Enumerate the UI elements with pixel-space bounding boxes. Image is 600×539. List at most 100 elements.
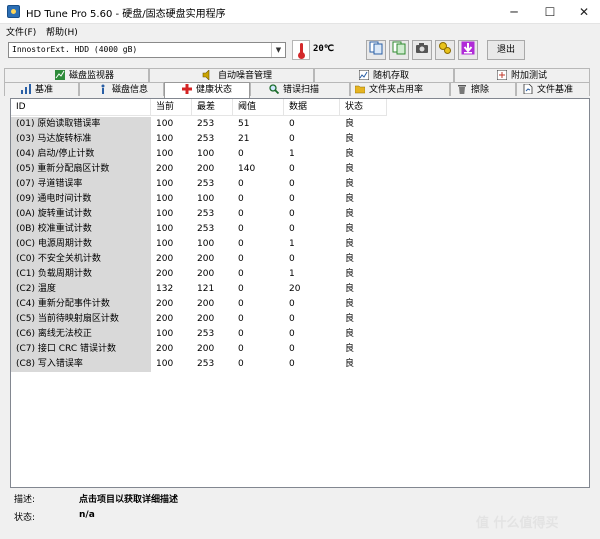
table-row[interactable]: (C8) 写入错误率 100 253 0 0 良 (11, 357, 589, 372)
attr-worst: 200 (197, 314, 215, 324)
attr-status: 良 (345, 299, 355, 309)
attr-worst: 200 (197, 299, 215, 309)
attr-id: (C2) 温度 (11, 282, 151, 297)
tab-file-benchmark[interactable]: 文件基准 (516, 82, 590, 96)
smart-attributes-table[interactable]: ID 当前 最差 阈值 数据 状态 (01) 原始读取错误率 100 253 51 0 良… (10, 98, 590, 488)
close-button[interactable]: ✕ (566, 0, 600, 24)
attr-threshold: 0 (238, 179, 244, 189)
menu-help[interactable]: 帮助(H) (46, 25, 78, 38)
attr-status: 良 (345, 119, 355, 129)
attr-data: 1 (289, 239, 295, 249)
copy-screen-icon (392, 41, 406, 55)
table-row[interactable]: (04) 启动/停止计数 100 100 0 1 良 (11, 147, 589, 162)
column-header-worst[interactable]: 最差 (192, 99, 233, 116)
table-row[interactable]: (C2) 温度 132 121 0 20 良 (11, 282, 589, 297)
maximize-button[interactable]: ☐ (532, 0, 568, 24)
attr-id: (09) 通电时间计数 (11, 192, 151, 207)
tab-label: 磁盘信息 (112, 85, 149, 95)
attr-current: 200 (156, 314, 174, 324)
magnifier-icon (269, 84, 279, 94)
attr-current: 100 (156, 239, 174, 249)
table-row[interactable]: (0B) 校准重试计数 100 253 0 0 良 (11, 222, 589, 237)
attr-current: 100 (156, 329, 174, 339)
tab-random-access[interactable]: 随机存取 (314, 68, 454, 82)
attr-threshold: 0 (238, 344, 244, 354)
info-icon (101, 84, 105, 94)
attr-id: (C7) 接口 CRC 错误计数 (11, 342, 151, 357)
download-button[interactable] (458, 40, 478, 60)
exit-button[interactable]: 退出 (487, 40, 525, 60)
tab-disk-info[interactable]: 磁盘信息 (79, 82, 164, 96)
watermark: 值 什么值得买 (476, 516, 559, 531)
tab-folder-usage[interactable]: 文件夹占用率 (350, 82, 450, 96)
column-header-threshold[interactable]: 阈值 (233, 99, 284, 116)
copy-text-button[interactable] (366, 40, 386, 60)
column-header-current[interactable]: 当前 (151, 99, 192, 116)
file-benchmark-icon (523, 84, 533, 94)
save-screenshot-button[interactable] (412, 40, 432, 60)
monitor-icon (55, 70, 65, 80)
trash-icon (458, 85, 466, 94)
table-row[interactable]: (01) 原始读取错误率 100 253 51 0 良 (11, 117, 589, 132)
tab-error-scan[interactable]: 错误扫描 (250, 82, 350, 96)
table-row[interactable]: (C7) 接口 CRC 错误计数 200 200 0 0 良 (11, 342, 589, 357)
attr-status: 良 (345, 269, 355, 279)
attr-threshold: 0 (238, 239, 244, 249)
table-row[interactable]: (0C) 电源周期计数 100 100 0 1 良 (11, 237, 589, 252)
minimize-button[interactable]: ─ (496, 0, 532, 24)
table-row[interactable]: (C1) 负载周期计数 200 200 0 1 良 (11, 267, 589, 282)
table-row[interactable]: (0A) 旋转重试计数 100 253 0 0 良 (11, 207, 589, 222)
attr-current: 100 (156, 224, 174, 234)
options-button[interactable] (435, 40, 455, 60)
attr-id: (C1) 负载周期计数 (11, 267, 151, 282)
attr-data: 0 (289, 179, 295, 189)
column-header-data[interactable]: 数据 (284, 99, 340, 116)
column-header-id[interactable]: ID (11, 99, 151, 116)
tab-label: 基准 (35, 85, 54, 95)
attr-data: 0 (289, 314, 295, 324)
tab-erase[interactable]: 擦除 (450, 82, 516, 96)
tab-label: 错误扫描 (283, 85, 320, 95)
attr-status: 良 (345, 359, 355, 369)
tab-benchmark[interactable]: 基准 (4, 82, 79, 96)
table-row[interactable]: (07) 寻道错误率 100 253 0 0 良 (11, 177, 589, 192)
attr-current: 100 (156, 149, 174, 159)
tab-disk-monitor[interactable]: 磁盘监视器 (4, 68, 149, 82)
attr-status: 良 (345, 194, 355, 204)
attr-threshold: 0 (238, 314, 244, 324)
attr-worst: 253 (197, 179, 215, 189)
attr-id: (01) 原始读取错误率 (11, 117, 151, 132)
tab-aam[interactable]: 自动噪音管理 (149, 68, 314, 82)
tab-row-bottom: 基准 磁盘信息 健康状态 错误扫描 文件夹占用率 擦除 文件基准 (4, 82, 594, 98)
table-row[interactable]: (09) 通电时间计数 100 100 0 0 良 (11, 192, 589, 207)
attr-worst: 121 (197, 284, 215, 294)
attr-threshold: 0 (238, 299, 244, 309)
tab-extra-tests[interactable]: 附加测试 (454, 68, 590, 82)
attr-data: 0 (289, 254, 295, 264)
table-row[interactable]: (C5) 当前待映射扇区计数 200 200 0 0 良 (11, 312, 589, 327)
table-row[interactable]: (C4) 重新分配事件计数 200 200 0 0 良 (11, 297, 589, 312)
attr-data: 0 (289, 359, 295, 369)
random-access-icon (359, 70, 369, 80)
table-row[interactable]: (05) 重新分配扇区计数 200 200 140 0 良 (11, 162, 589, 177)
table-row[interactable]: (C6) 离线无法校正 100 253 0 0 良 (11, 327, 589, 342)
tab-label: 擦除 (471, 85, 490, 95)
table-row[interactable]: (C0) 不安全关机计数 200 200 0 0 良 (11, 252, 589, 267)
column-header-status[interactable]: 状态 (340, 99, 387, 116)
tab-health[interactable]: 健康状态 (164, 82, 250, 98)
table-row[interactable]: (03) 马达旋转标准 100 253 21 0 良 (11, 132, 589, 147)
attr-id: (05) 重新分配扇区计数 (11, 162, 151, 177)
attr-data: 0 (289, 164, 295, 174)
drive-select[interactable]: InnostorExt. HDD (4000 gB) ▼ (8, 42, 286, 58)
copy-screenshot-button[interactable] (389, 40, 409, 60)
title-bar: HD Tune Pro 5.60 - 硬盘/固态硬盘实用程序 ─ ☐ ✕ (0, 0, 600, 24)
attr-status: 良 (345, 239, 355, 249)
attr-current: 100 (156, 209, 174, 219)
attr-id: (0C) 电源周期计数 (11, 237, 151, 252)
attr-current: 200 (156, 254, 174, 264)
attr-id: (0B) 校准重试计数 (11, 222, 151, 237)
menu-file[interactable]: 文件(F) (6, 25, 36, 38)
table-header: ID 当前 最差 阈值 数据 状态 (11, 99, 589, 116)
attr-worst: 253 (197, 134, 215, 144)
attr-worst: 253 (197, 359, 215, 369)
